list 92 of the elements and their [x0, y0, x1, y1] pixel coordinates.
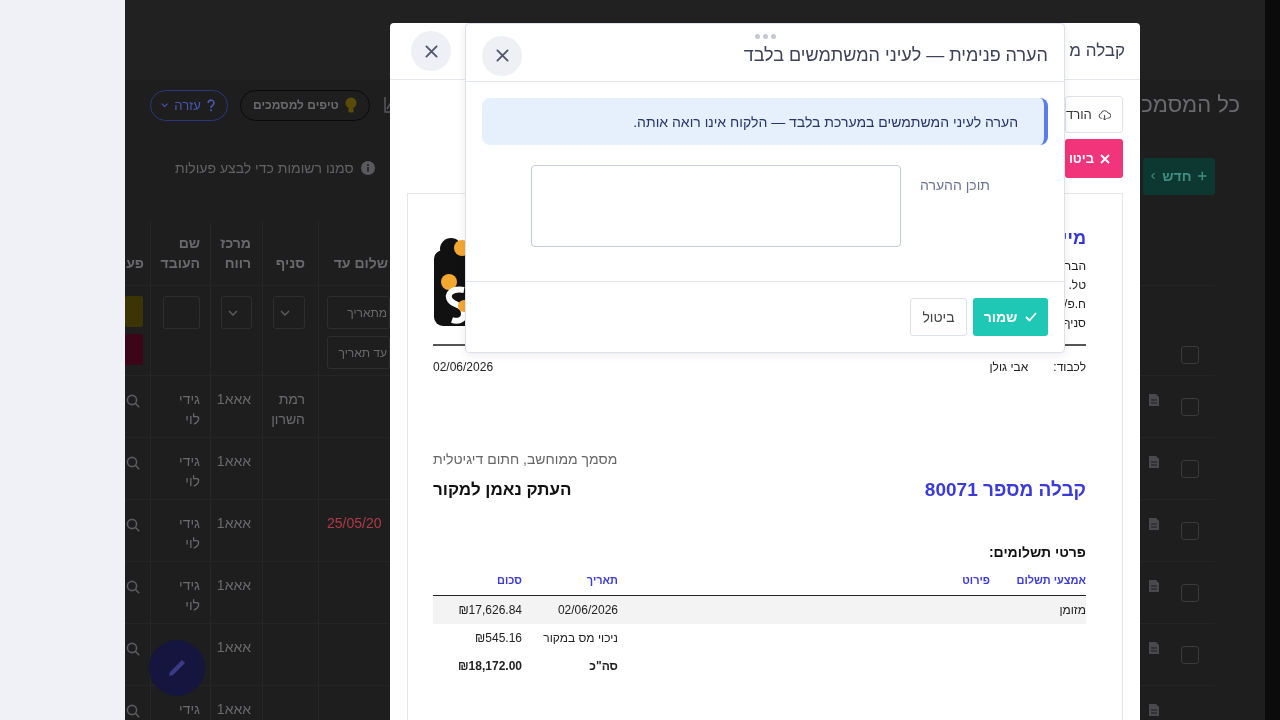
profit-center-cell-text: אאא1 — [216, 576, 251, 595]
cancel-button[interactable]: ביטו — [1065, 139, 1123, 178]
chevron-down-icon — [161, 102, 169, 108]
chevron-down-icon — [228, 309, 238, 316]
signature-note: מסמך ממוחשב, חתום דיגיטלית — [433, 450, 618, 469]
close-icon — [424, 44, 438, 58]
amount-cell-text: ₪17,626.84 — [457, 603, 522, 617]
company-detail: טל. — [1068, 277, 1086, 294]
column-header: סכום — [496, 573, 522, 588]
total-label: סה"כ — [588, 659, 618, 673]
plus-icon — [1198, 170, 1207, 182]
profit-center-cell-text: אאא1 — [216, 700, 251, 719]
profit-center-cell-text: אאא1 — [216, 638, 251, 657]
document-icon[interactable] — [1148, 641, 1160, 655]
payment-method-cell-text: מזומן — [1058, 603, 1086, 617]
row-checkbox[interactable] — [1181, 645, 1199, 664]
select-field[interactable] — [221, 296, 252, 329]
copy-note: העתק נאמן למקור — [433, 479, 572, 501]
drag-handle-icon[interactable] — [755, 34, 776, 39]
document-icon[interactable] — [1148, 579, 1160, 593]
employee-cell-text: גידי לוי — [178, 514, 200, 553]
employee-cell-text: גידי לוי — [178, 452, 200, 491]
column-header: מרכז רווח — [219, 234, 251, 273]
page-title: כל המסמכ — [1141, 91, 1240, 119]
row-checkbox[interactable] — [1181, 521, 1199, 540]
dialog-title: הערה פנימית — לעיני המשתמשים בלבד — [743, 45, 1048, 66]
total-amount: ₪18,172.00 — [457, 659, 522, 673]
pencil-icon — [167, 658, 187, 678]
row-checkbox[interactable] — [1181, 397, 1199, 416]
employee-cell-text: גידי — [178, 700, 200, 719]
select-field[interactable] — [273, 296, 305, 329]
date-cell-text: 25/05/20 — [327, 514, 383, 533]
column-header: פירוט — [961, 573, 990, 588]
deduction-label: ניכוי מס במקור — [542, 631, 618, 645]
profit-center-cell-text: אאא1 — [216, 452, 251, 471]
close-icon — [495, 49, 509, 62]
document-icon[interactable] — [1148, 455, 1160, 469]
column-header: שלום עד — [332, 254, 388, 273]
column-header: תאריך — [585, 573, 618, 588]
info-icon — [360, 161, 375, 175]
date-cell-text: 02/06/2026 — [556, 603, 618, 617]
chevron-down-icon — [280, 309, 290, 316]
action-button[interactable] — [125, 334, 143, 365]
help-icon — [206, 97, 215, 113]
cloud-download-icon — [1097, 108, 1111, 121]
employee-cell-text: גידי לוי — [178, 390, 200, 429]
close-button[interactable] — [411, 31, 451, 71]
profit-center-cell-text: אאא1 — [216, 514, 251, 533]
search-icon[interactable] — [126, 394, 140, 408]
save-button[interactable]: שמור — [973, 298, 1048, 336]
lightbulb-icon — [344, 97, 357, 113]
recipient-name: אבי גולן — [989, 359, 1029, 376]
document-date: 02/06/2026 — [433, 359, 494, 376]
date-field[interactable]: עד תאריך — [327, 336, 390, 369]
search-icon[interactable] — [126, 642, 140, 656]
search-icon[interactable] — [126, 518, 140, 532]
close-button[interactable] — [482, 35, 522, 76]
select-all-checkbox[interactable] — [1181, 346, 1199, 364]
new-button[interactable]: חדש — [1143, 157, 1215, 195]
row-checkbox[interactable] — [1181, 459, 1199, 478]
chevron-left-icon — [1151, 171, 1156, 181]
employee-cell-text: גידי לוי — [178, 576, 200, 615]
download-button[interactable]: הורד — [1065, 96, 1123, 133]
document-icon[interactable] — [1148, 393, 1160, 407]
recipient-label: לכבוד: — [1053, 359, 1086, 376]
info-notice: הערה לעיני המשתמשים במערכת בלבד — הלקוח אינו רואה אותה. — [482, 98, 1048, 145]
edit-button[interactable] — [149, 640, 205, 696]
cancel-button[interactable]: ביטול — [910, 298, 967, 336]
branch-cell-text: רמת השרון — [271, 390, 305, 429]
search-icon[interactable] — [126, 580, 140, 594]
field-label: תוכן ההערה — [920, 177, 990, 193]
action-button[interactable] — [125, 296, 143, 327]
check-icon — [1025, 312, 1038, 322]
x-icon — [1100, 153, 1110, 164]
note-field[interactable] — [531, 165, 901, 247]
receipt-title: קבלה מספר 80071 — [924, 478, 1086, 502]
profit-center-cell-text: אאא1 — [216, 390, 251, 409]
search-icon[interactable] — [126, 704, 140, 718]
row-checkbox[interactable] — [1181, 583, 1199, 602]
column-header: אמצעי תשלום — [1015, 573, 1086, 588]
modal-title: קבלה מ — [1069, 41, 1125, 61]
payments-title: פרטי תשלומים: — [987, 543, 1086, 562]
selection-hint: סמנו רשומות כדי לבצע פעולות — [175, 160, 354, 176]
column-header: סניף — [274, 254, 305, 273]
document-icon[interactable] — [1148, 703, 1160, 717]
company-detail: ח.פ/ — [1064, 296, 1086, 313]
company-detail: הבר — [1064, 258, 1086, 275]
column-header: פע — [125, 254, 144, 273]
amount-cell-text: ₪545.16 — [474, 631, 522, 645]
date-field[interactable]: מתאריך — [327, 296, 390, 329]
document-icon[interactable] — [1148, 517, 1160, 531]
search-icon[interactable] — [126, 456, 140, 470]
